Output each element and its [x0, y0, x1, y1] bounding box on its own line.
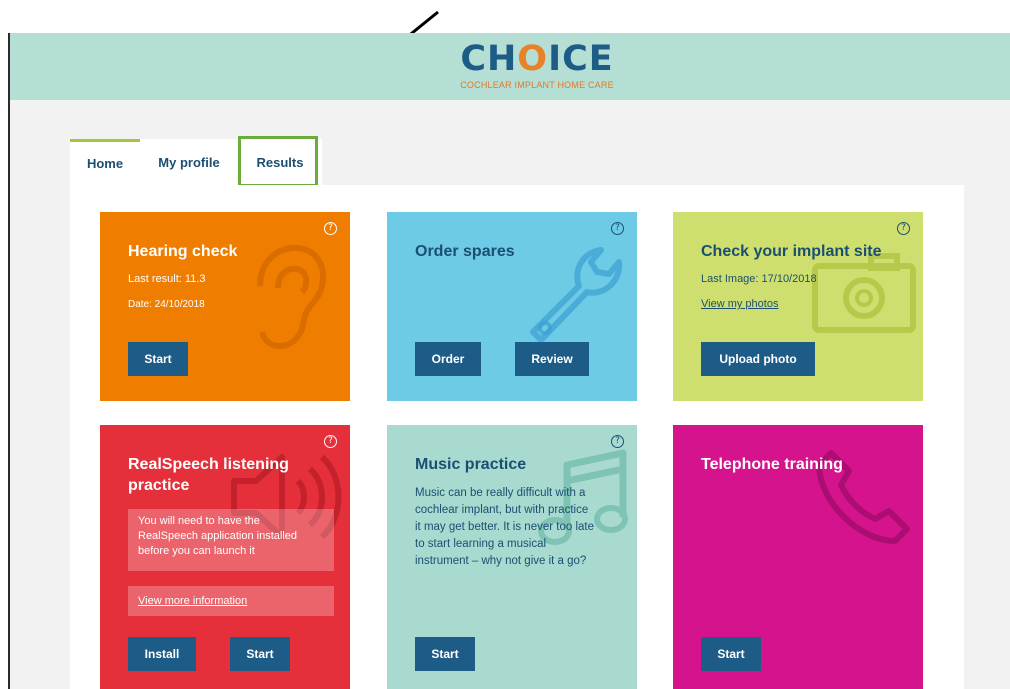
spares-help-icon[interactable]: ?: [611, 222, 624, 235]
music-desc-line-4: to start learning a musical: [415, 538, 547, 550]
hearing-help-icon[interactable]: ?: [324, 222, 337, 235]
hearing-last-result: Last result: 11.3: [128, 273, 206, 285]
realspeech-title-line2: practice: [128, 477, 190, 494]
note-line-1: You will need to have the: [138, 515, 260, 527]
order-spares-card: ? Order spares Order Review: [387, 212, 637, 401]
music-start-button[interactable]: Start: [415, 637, 475, 671]
home-panel: ? Hearing check Last result: 11.3 Date: …: [70, 185, 964, 689]
telephone-start-button[interactable]: Start: [701, 637, 761, 671]
music-desc-line-5: instrument – why not give it a go?: [415, 555, 587, 567]
review-button[interactable]: Review: [515, 342, 589, 376]
wrench-icon: [530, 247, 623, 343]
upload-photo-button[interactable]: Upload photo: [701, 342, 815, 376]
tab-results[interactable]: Results: [238, 139, 322, 185]
hearing-date: Date: 24/10/2018: [128, 299, 205, 310]
logo-wordmark: CHOICE: [460, 39, 614, 79]
tab-home[interactable]: Home: [70, 139, 140, 185]
implant-site-title: Check your implant site: [701, 243, 882, 260]
realspeech-title-line1: RealSpeech listening: [128, 456, 289, 473]
implant-last-image: Last Image: 17/10/2018: [701, 273, 817, 285]
music-desc-line-2: cochlear implant, but with practice: [415, 504, 589, 516]
camera-icon: [812, 253, 916, 333]
note-line-2: RealSpeech application installed: [138, 530, 297, 542]
choice-logo: CHOICE COCHLEAR IMPLANT HOME CARE: [437, 40, 637, 96]
music-help-icon[interactable]: ?: [611, 435, 624, 448]
hearing-start-button[interactable]: Start: [128, 342, 188, 376]
implant-help-icon[interactable]: ?: [897, 222, 910, 235]
music-desc-line-1: Music can be really difficult with a: [415, 487, 586, 499]
music-practice-title: Music practice: [415, 456, 527, 473]
hearing-check-title: Hearing check: [128, 243, 238, 260]
logo-subtitle: COCHLEAR IMPLANT HOME CARE: [460, 80, 614, 90]
music-practice-card: ? Music practice Music can be really dif…: [387, 425, 637, 689]
order-spares-title: Order spares: [415, 243, 515, 260]
music-desc-line-3: it may get better. It is never too late: [415, 521, 594, 533]
hearing-check-card: ? Hearing check Last result: 11.3 Date: …: [100, 212, 350, 401]
telephone-training-title: Telephone training: [701, 456, 843, 473]
note-line-3: before you can launch it: [138, 545, 255, 557]
view-my-photos-link[interactable]: View my photos: [701, 296, 778, 313]
implant-site-card: ? Check your implant site Last Image: 17…: [673, 212, 923, 401]
realspeech-install-note: You will need to have the RealSpeech app…: [128, 509, 334, 571]
order-button[interactable]: Order: [415, 342, 481, 376]
ear-icon: [257, 244, 326, 350]
realspeech-start-button[interactable]: Start: [230, 637, 290, 671]
telephone-training-card: Telephone training Start: [673, 425, 923, 689]
realspeech-card: ? RealSpeech listening practice You will…: [100, 425, 350, 689]
app-window: CHOICE COCHLEAR IMPLANT HOME CARE Home M…: [8, 33, 1010, 689]
install-button[interactable]: Install: [128, 637, 196, 671]
view-more-information-link[interactable]: View more information: [128, 586, 334, 616]
speech-help-icon[interactable]: ?: [324, 435, 337, 448]
main-tabs: Home My profile Results: [70, 139, 322, 185]
tab-my-profile[interactable]: My profile: [140, 139, 238, 185]
